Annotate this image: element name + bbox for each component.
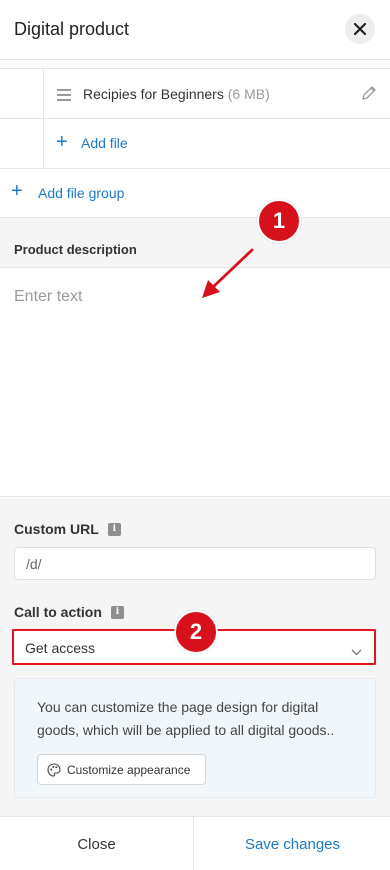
- customize-appearance-label: Customize appearance: [67, 762, 191, 777]
- file-name: Recipies for Beginners (6 MB): [83, 86, 270, 102]
- annotation-arrow-icon: [202, 248, 254, 298]
- description-placeholder: Enter text: [14, 288, 83, 305]
- call-to-action-value: Get access: [25, 640, 96, 656]
- custom-url-value: /d/: [26, 556, 42, 572]
- add-file-group-button[interactable]: + Add file group: [0, 168, 390, 218]
- call-to-action-label-text: Call to action: [14, 604, 102, 620]
- file-name-text: Recipies for Beginners: [83, 86, 224, 102]
- close-button[interactable]: Close: [0, 817, 194, 870]
- panel-header: Digital product: [0, 0, 390, 60]
- custom-url-label: Custom URL i: [14, 521, 121, 537]
- edit-pencil-icon[interactable]: [361, 85, 377, 106]
- file-group-row-divider: [0, 118, 44, 119]
- customize-info-box: You can customize the page design for di…: [14, 678, 376, 798]
- plus-icon: +: [56, 131, 68, 153]
- panel-footer: Close Save changes: [0, 816, 390, 870]
- panel-title: Digital product: [14, 19, 130, 39]
- customize-appearance-button[interactable]: Customize appearance: [37, 754, 206, 785]
- close-icon: [354, 23, 366, 35]
- info-icon[interactable]: i: [110, 605, 124, 619]
- add-file-group-label: Add file group: [38, 185, 125, 201]
- save-changes-button[interactable]: Save changes: [195, 817, 390, 870]
- annotation-marker-1: 1: [257, 199, 301, 243]
- plus-icon: +: [11, 180, 23, 202]
- file-group: Recipies for Beginners (6 MB) + Add file: [0, 68, 390, 169]
- chevron-down-icon: [351, 643, 362, 661]
- file-row[interactable]: Recipies for Beginners (6 MB): [44, 69, 390, 119]
- call-to-action-label: Call to action i: [14, 604, 124, 620]
- custom-url-label-text: Custom URL: [14, 521, 99, 537]
- add-file-button[interactable]: + Add file: [44, 119, 390, 169]
- file-size: (6 MB): [227, 86, 270, 102]
- customize-info-text: You can customize the page design for di…: [37, 699, 335, 738]
- settings-section: Custom URL i /d/ Call to action i Get ac…: [0, 498, 390, 816]
- annotation-marker-2: 2: [174, 610, 218, 654]
- close-panel-button[interactable]: [345, 14, 375, 44]
- info-icon[interactable]: i: [107, 522, 121, 536]
- add-file-label: Add file: [81, 135, 128, 151]
- palette-icon: [47, 762, 61, 777]
- drag-handle-icon[interactable]: [57, 88, 71, 106]
- description-label: Product description: [14, 242, 137, 257]
- custom-url-input[interactable]: /d/: [14, 547, 376, 580]
